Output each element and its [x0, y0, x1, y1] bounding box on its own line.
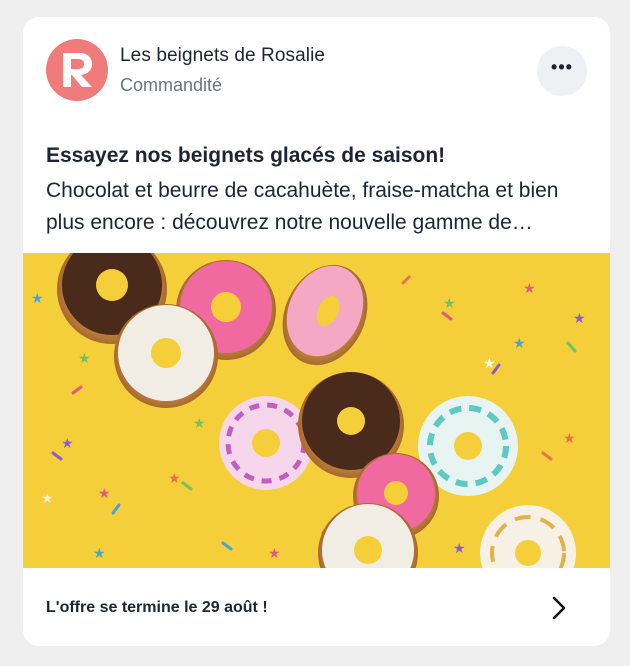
svg-text:★: ★	[93, 546, 106, 562]
svg-text:★: ★	[41, 491, 54, 507]
svg-text:★: ★	[268, 546, 281, 562]
svg-text:★: ★	[168, 471, 181, 487]
svg-text:★: ★	[443, 296, 456, 312]
svg-text:★: ★	[98, 486, 111, 502]
svg-text:★: ★	[523, 281, 536, 297]
svg-text:★: ★	[78, 351, 91, 367]
svg-text:★: ★	[573, 311, 586, 327]
sponsored-label: Commandité	[120, 75, 223, 95]
donuts-photo: ★ ★ ★ ★ ★ ★ ★ ★ ★ ★ ★ ★ ★ ★ ★ ★	[23, 253, 610, 568]
chevron-right-icon	[552, 596, 566, 620]
advertiser-name[interactable]: Les beignets de Rosalie	[120, 45, 325, 67]
svg-text:★: ★	[31, 291, 44, 307]
ad-headline: Essayez nos beignets glacés de saison!	[46, 144, 446, 167]
logo-r-icon	[63, 53, 92, 87]
ad-image[interactable]: ★ ★ ★ ★ ★ ★ ★ ★ ★ ★ ★ ★ ★ ★ ★ ★	[23, 253, 610, 568]
svg-text:★: ★	[563, 431, 576, 447]
post-header: Les beignets de Rosalie Commandité •••	[23, 17, 610, 127]
svg-text:★: ★	[193, 416, 206, 432]
svg-text:★: ★	[61, 436, 74, 452]
cta-text: L'offre se termine le 29 août !	[46, 599, 268, 616]
more-options-button[interactable]: •••	[537, 46, 587, 96]
avatar[interactable]	[46, 39, 108, 101]
ad-body-text: Chocolat et beurre de cacahuète, fraise-…	[46, 179, 559, 234]
cta-row[interactable]: L'offre se termine le 29 août !	[23, 568, 610, 646]
svg-text:★: ★	[453, 541, 466, 557]
svg-text:★: ★	[483, 356, 496, 372]
more-icon: •••	[551, 57, 573, 77]
svg-text:★: ★	[513, 336, 526, 352]
sponsored-post-card: Les beignets de Rosalie Commandité ••• E…	[23, 17, 610, 646]
